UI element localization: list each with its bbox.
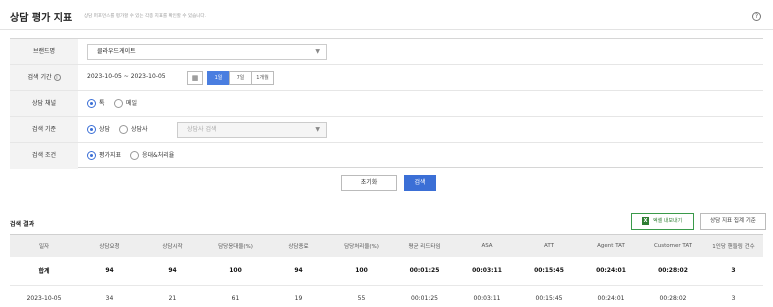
radio-unchecked-icon xyxy=(119,125,128,134)
column-header[interactable]: 평균 리드타임 xyxy=(393,234,456,257)
page-title: 상담 평가 지표 xyxy=(10,13,73,24)
total-cell: 100 xyxy=(330,256,393,286)
chevron-down-icon: ▼ xyxy=(315,126,320,133)
brand-select[interactable]: 클라우드게이트 ▼ xyxy=(87,44,327,60)
table-cell: 00:15:45 xyxy=(518,285,580,307)
table-cell: 2023-10-05 xyxy=(10,285,78,307)
chevron-down-icon: ▼ xyxy=(315,48,320,55)
criteria-label: 검색 기준 xyxy=(10,117,78,142)
excel-export-button[interactable]: X 엑셀 내보내기 xyxy=(631,213,694,230)
excel-export-label: 엑셀 내보내기 xyxy=(653,218,683,224)
radio-label: 상담 xyxy=(99,126,111,133)
radio-label: 톡 xyxy=(99,100,105,107)
total-cell: 94 xyxy=(267,256,330,286)
column-header[interactable]: 상담요청 xyxy=(78,234,141,257)
radio-label: 응대&처리율 xyxy=(142,152,175,159)
table-cell: 34 xyxy=(78,285,141,307)
period-label: 검색 기간 xyxy=(27,74,52,81)
column-header[interactable]: 상담종료 xyxy=(267,234,330,257)
total-cell: 00:01:25 xyxy=(393,256,456,286)
table-cell: 00:28:02 xyxy=(642,285,704,307)
page-header: 상담 평가 지표 상담 퍼포먼스를 평가할 수 있는 각종 지표를 확인할 수 … xyxy=(0,0,773,30)
total-cell: 00:24:01 xyxy=(580,256,642,286)
column-header[interactable]: ATT xyxy=(518,234,580,257)
total-cell: 100 xyxy=(204,256,267,286)
table-cell: 61 xyxy=(204,285,267,307)
brand-label: 브랜드명 xyxy=(10,39,78,64)
column-header[interactable]: ASA xyxy=(456,234,518,257)
radio-unchecked-icon xyxy=(130,151,139,160)
filter-row-channel: 상담 채널 톡 메일 xyxy=(10,91,763,117)
brand-select-value: 클라우드게이트 xyxy=(97,48,136,55)
search-button[interactable]: 검색 xyxy=(404,175,436,191)
total-cell: 00:15:45 xyxy=(518,256,580,286)
results-title: 검색 결과 xyxy=(10,221,35,228)
table-cell: 21 xyxy=(141,285,204,307)
filter-row-criteria: 검색 기준 상담 상담사 상담사 검색 ▼ xyxy=(10,117,763,143)
column-header[interactable]: Agent TAT xyxy=(580,234,642,257)
period-label-cell: 검색 기간 i xyxy=(10,65,78,90)
search-filter-panel: 브랜드명 클라우드게이트 ▼ 검색 기간 i 2023-10-05 ~ 2023-… xyxy=(10,38,763,169)
criteria-radio-consult[interactable]: 상담 xyxy=(87,125,110,134)
radio-label: 평가지표 xyxy=(99,152,122,159)
date-range-text: 2023-10-05 ~ 2023-10-05 xyxy=(87,73,166,80)
condition-radio-response[interactable]: 응대&처리율 xyxy=(130,151,174,160)
filter-row-brand: 브랜드명 클라우드게이트 ▼ xyxy=(10,39,763,65)
radio-checked-icon xyxy=(87,151,96,160)
table-row[interactable]: 2023-10-05 34 21 61 19 55 00:01:25 00:03… xyxy=(10,285,763,307)
condition-label: 검색 조건 xyxy=(10,143,78,169)
excel-icon: X xyxy=(642,216,649,225)
total-row: 합계 94 94 100 94 100 00:01:25 00:03:11 00… xyxy=(10,256,763,286)
filter-row-condition: 검색 조건 평가지표 응대&처리율 xyxy=(10,143,763,169)
info-icon[interactable]: i xyxy=(53,74,61,81)
total-cell: 94 xyxy=(141,256,204,286)
radio-checked-icon xyxy=(87,125,96,134)
table-cell: 00:01:25 xyxy=(393,285,456,307)
page-subtitle: 상담 퍼포먼스를 평가할 수 있는 각종 지표를 확인할 수 있습니다. xyxy=(84,14,206,19)
column-header[interactable]: 담당응대율(%) xyxy=(204,234,267,257)
total-cell: 94 xyxy=(78,256,141,286)
filter-row-period: 검색 기간 i 2023-10-05 ~ 2023-10-05 ▦ 1일 7일 1… xyxy=(10,65,763,91)
table-header-row: 일자 상담요청 상담시작 담당응대율(%) 상담종료 담당처리율(%) 평균 리… xyxy=(10,234,763,257)
criteria-radio-agent[interactable]: 상담사 xyxy=(119,125,148,134)
channel-label: 상담 채널 xyxy=(10,91,78,116)
condition-radio-metrics[interactable]: 평가지표 xyxy=(87,151,121,160)
agent-search-placeholder: 상담사 검색 xyxy=(187,126,217,133)
channel-radio-mail[interactable]: 메일 xyxy=(114,99,137,108)
period-option-1month[interactable]: 1개월 xyxy=(251,71,274,85)
radio-unchecked-icon xyxy=(114,99,123,108)
column-header[interactable]: 1인당 핸들링 건수 xyxy=(704,234,763,257)
period-option-7days[interactable]: 7일 xyxy=(229,71,252,85)
column-header[interactable]: 상담시작 xyxy=(141,234,204,257)
help-icon[interactable]: ? xyxy=(752,12,761,21)
table-cell: 19 xyxy=(267,285,330,307)
agent-search-select[interactable]: 상담사 검색 ▼ xyxy=(177,122,327,138)
channel-radio-talk[interactable]: 톡 xyxy=(87,99,105,108)
aggregate-criteria-button[interactable]: 상담 지표 집계 기준 xyxy=(700,213,766,230)
calendar-icon[interactable]: ▦ xyxy=(187,71,203,85)
period-option-1day[interactable]: 1일 xyxy=(207,71,230,85)
total-cell: 3 xyxy=(704,256,763,286)
table-cell: 55 xyxy=(330,285,393,307)
results-table: 일자 상담요청 상담시작 담당응대율(%) 상담종료 담당처리율(%) 평균 리… xyxy=(10,234,763,307)
radio-label: 상담사 xyxy=(131,126,148,133)
column-header[interactable]: 일자 xyxy=(10,234,78,257)
total-cell: 00:03:11 xyxy=(456,256,518,286)
table-cell: 00:24:01 xyxy=(580,285,642,307)
reset-button[interactable]: 초기화 xyxy=(341,175,397,191)
table-cell: 00:03:11 xyxy=(456,285,518,307)
table-cell: 3 xyxy=(704,285,763,307)
total-cell: 합계 xyxy=(10,256,78,286)
column-header[interactable]: 담당처리율(%) xyxy=(330,234,393,257)
radio-checked-icon xyxy=(87,99,96,108)
radio-label: 메일 xyxy=(126,100,138,107)
column-header[interactable]: Customer TAT xyxy=(642,234,704,257)
total-cell: 00:28:02 xyxy=(642,256,704,286)
